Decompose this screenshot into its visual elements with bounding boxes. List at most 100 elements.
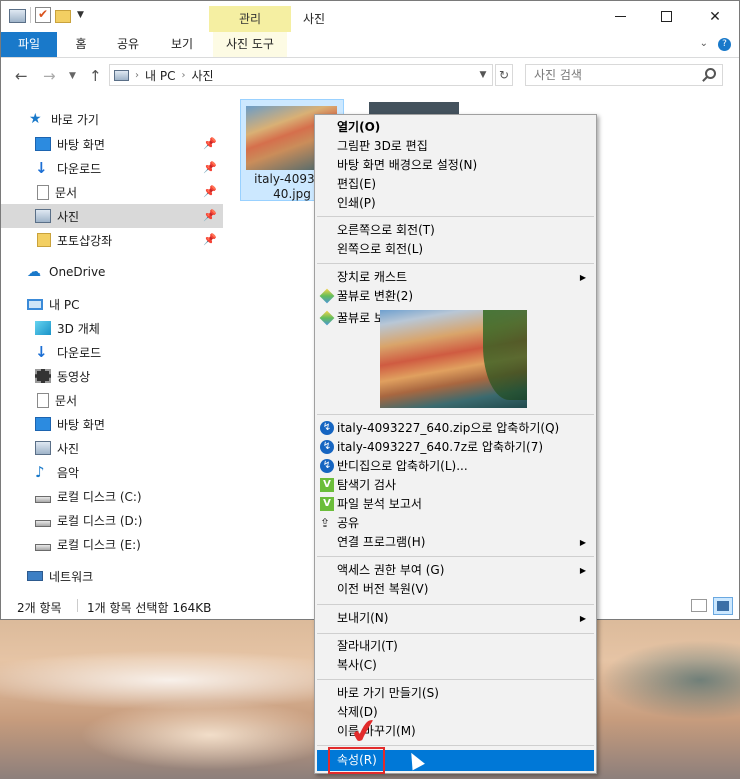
address-field[interactable]: › 내 PC › 사진 ▼ [109,64,493,86]
nav-item-downloads[interactable]: ↓ 다운로드 📌 [1,156,223,180]
nav-item-3d-objects[interactable]: 3D 개체 [1,316,223,340]
menu-item-set-background[interactable]: 바탕 화면 배경으로 설정(N) [317,156,594,175]
nav-item-desktop[interactable]: 바탕 화면 📌 [1,132,223,156]
menu-item-give-access[interactable]: 액세스 권한 부여 (G) ▶ [317,561,594,580]
nav-label: 문서 [55,393,78,408]
pictures-folder-icon [35,209,51,223]
tab-picture-tools[interactable]: 사진 도구 [213,32,287,57]
menu-item-rotate-left[interactable]: 왼쪽으로 회전(L) [317,240,594,259]
menu-label: 탐색기 검사 [337,478,397,492]
window-app-icon[interactable] [9,8,26,23]
nav-item-music[interactable]: ♪ 음악 [1,460,223,484]
tab-view[interactable]: 보기 [167,32,197,57]
tab-share[interactable]: 공유 [113,32,143,57]
nav-item-pc-documents[interactable]: 문서 [1,388,223,412]
pin-icon[interactable]: 📌 [203,185,217,198]
nav-item-pc-pictures[interactable]: 사진 [1,436,223,460]
help-icon[interactable]: ? [718,38,731,51]
nav-item-documents[interactable]: 문서 📌 [1,180,223,204]
new-folder-icon[interactable] [55,9,71,23]
menu-item-bandizip[interactable]: ↯ 반디집으로 압축하기(L)... [317,457,594,476]
v3-antivirus-icon: V [320,497,334,511]
nav-onedrive[interactable]: ☁ OneDrive [1,260,223,284]
search-icon [705,68,716,79]
back-arrow-icon[interactable]: ← [15,67,28,85]
film-icon [35,369,51,383]
pin-icon[interactable]: 📌 [203,209,217,222]
menu-item-cast-to-device[interactable]: 장치로 캐스트 ▶ [317,268,594,287]
pin-icon[interactable]: 📌 [203,137,217,150]
nav-item-pc-desktop[interactable]: 바탕 화면 [1,412,223,436]
forward-arrow-icon[interactable]: → [43,67,56,85]
manage-context-tab[interactable]: 관리 [209,6,291,32]
address-history-chevron-icon[interactable]: ▼ [474,65,492,85]
expand-ribbon-chevron-icon[interactable]: ⌄ [700,38,708,51]
menu-label: italy-4093227_640.7z로 압축하기(7) [337,440,544,454]
menu-item-share[interactable]: ⇪ 공유 [317,514,594,533]
pin-icon[interactable]: 📌 [203,233,217,246]
menu-item-file-report[interactable]: V 파일 분석 보고서 [317,495,594,514]
menu-label: 보내기(N) [337,611,389,625]
menu-item-send-to[interactable]: 보내기(N) ▶ [317,609,594,628]
search-placeholder: 사진 검색 [534,68,582,82]
breadcrumb-separator-icon[interactable]: › [181,70,185,81]
menu-item-copy[interactable]: 복사(C) [317,656,594,675]
file-item-thumbnail[interactable] [369,102,459,114]
pin-icon[interactable]: 📌 [203,161,217,174]
nav-item-photoshop-folder[interactable]: 포토샵강좌 📌 [1,228,223,252]
recent-locations-chevron-icon[interactable]: ▼ [69,71,76,81]
tab-home[interactable]: 홈 [71,32,91,57]
large-icons-view-icon[interactable] [713,597,733,615]
nav-quick-access[interactable]: ★ 바로 가기 [1,107,223,131]
menu-separator [317,633,594,634]
nav-item-drive-d[interactable]: 로컬 디스크 (D:) [1,508,223,532]
menu-item-open-with[interactable]: 연결 프로그램(H) ▶ [317,533,594,552]
breadcrumb-separator-icon[interactable]: › [135,70,139,81]
menu-separator [317,556,594,557]
menu-item-honeyview-convert[interactable]: 꿀뷰로 변환(2) [317,287,594,306]
menu-item-create-shortcut[interactable]: 바로 가기 만들기(S) [317,684,594,703]
nav-item-drive-c[interactable]: 로컬 디스크 (C:) [1,484,223,508]
customize-toolbar-chevron-icon[interactable]: ▼ [77,10,84,20]
desktop-icon [35,137,51,151]
menu-item-rotate-right[interactable]: 오른쪽으로 회전(T) [317,221,594,240]
breadcrumb-this-pc[interactable]: 내 PC [145,67,175,84]
maximize-button[interactable] [643,1,689,32]
refresh-button[interactable]: ↻ [495,64,513,86]
menu-item-restore-versions[interactable]: 이전 버전 복원(V) [317,580,594,599]
details-view-icon[interactable] [691,599,707,612]
menu-item-open[interactable]: 열기(O) [317,118,594,137]
nav-item-pc-downloads[interactable]: ↓ 다운로드 [1,340,223,364]
minimize-button[interactable] [597,1,643,32]
close-button[interactable]: ✕ [691,1,739,32]
document-icon [37,184,49,200]
nav-this-pc[interactable]: 내 PC [1,292,223,316]
search-input[interactable]: 사진 검색 [525,64,723,86]
nav-item-pictures[interactable]: 사진 📌 [1,204,223,228]
nav-network[interactable]: 네트워크 [1,564,223,588]
properties-icon[interactable] [35,7,51,23]
nav-label: 바탕 화면 [57,417,105,432]
nav-item-videos[interactable]: 동영상 [1,364,223,388]
menu-item-edit-paint3d[interactable]: 그림판 3D로 편집 [317,137,594,156]
menu-item-print[interactable]: 인쇄(P) [317,194,594,213]
nav-label: 포토샵강좌 [57,233,113,248]
hard-drive-icon [35,543,51,551]
music-note-icon: ♪ [35,463,45,481]
v3-antivirus-icon: V [320,478,334,492]
image-preview [380,310,527,408]
menu-item-v3-scan[interactable]: V 탐색기 검사 [317,476,594,495]
ribbon-controls: ⌄ ? [700,38,731,51]
nav-label: 로컬 디스크 (E:) [57,537,141,552]
network-icon [27,571,43,581]
nav-item-drive-e[interactable]: 로컬 디스크 (E:) [1,532,223,556]
breadcrumb-pictures[interactable]: 사진 [191,67,213,84]
tab-file[interactable]: 파일 [1,32,57,57]
menu-item-7z-compress[interactable]: ↯ italy-4093227_640.7z로 압축하기(7) [317,438,594,457]
menu-item-zip-compress[interactable]: ↯ italy-4093227_640.zip으로 압축하기(Q) [317,419,594,438]
document-icon [37,392,49,408]
menu-label: 장치로 캐스트 [337,270,408,284]
up-arrow-icon[interactable]: ↑ [89,67,102,85]
menu-item-cut[interactable]: 잘라내기(T) [317,637,594,656]
menu-item-edit[interactable]: 편집(E) [317,175,594,194]
